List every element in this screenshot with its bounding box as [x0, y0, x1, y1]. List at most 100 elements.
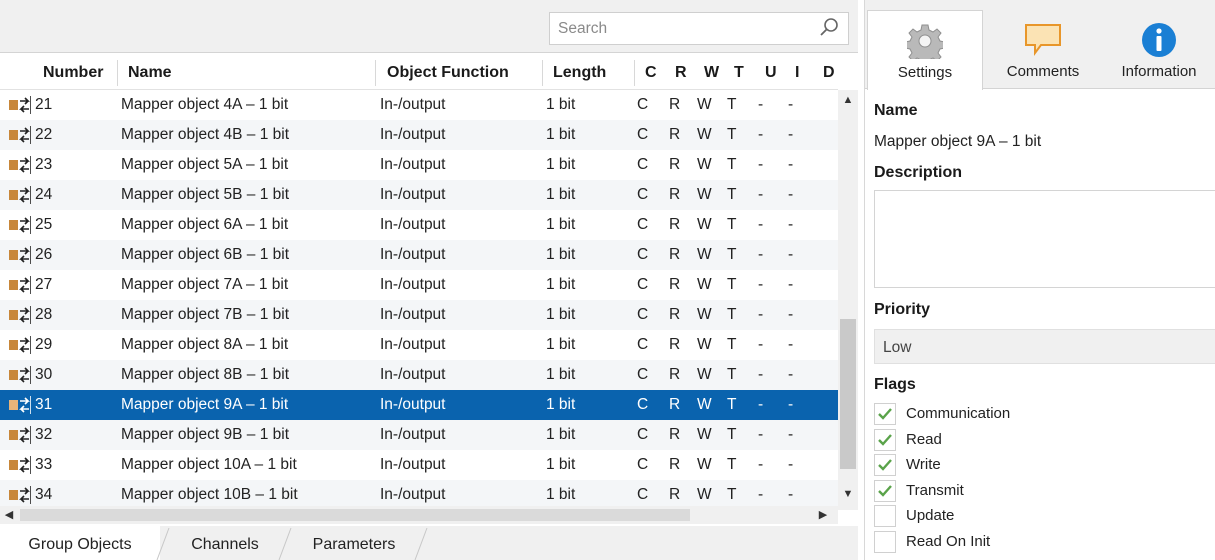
- column-divider[interactable]: [542, 60, 543, 86]
- table-row[interactable]: 22 Mapper object 4B – 1 bit In-/output 1 bi…: [0, 120, 838, 150]
- checkbox[interactable]: [874, 454, 896, 476]
- group-object-icon: [9, 336, 31, 354]
- cell-name: Mapper object 9B – 1 bit: [121, 426, 290, 443]
- column-header-u[interactable]: U: [765, 54, 777, 90]
- tab-group-objects[interactable]: Group Objects: [0, 526, 160, 560]
- flag-read[interactable]: Read: [874, 428, 1174, 451]
- column-header-object-function[interactable]: Object Function: [387, 54, 509, 90]
- flag-write[interactable]: Write: [874, 454, 1174, 476]
- column-header-r[interactable]: R: [675, 54, 687, 90]
- checkbox[interactable]: [874, 530, 896, 553]
- scroll-left-icon[interactable]: ◀: [0, 507, 18, 523]
- cell-flag-c: C: [637, 246, 649, 263]
- horizontal-scrollbar[interactable]: ◀ ▶: [0, 506, 838, 524]
- checkbox[interactable]: [874, 403, 896, 425]
- cell-length: 1 bit: [546, 306, 576, 323]
- table-row[interactable]: 31 Mapper object 9A – 1 bit In-/output 1 bi…: [0, 390, 838, 420]
- scroll-right-icon[interactable]: ▶: [814, 507, 832, 523]
- cell-flag-c: C: [637, 426, 649, 443]
- group-object-icon: [9, 126, 31, 144]
- search-box[interactable]: [549, 12, 849, 45]
- column-header-name[interactable]: Name: [128, 54, 172, 90]
- table-row[interactable]: 30 Mapper object 8B – 1 bit In-/output 1 bi…: [0, 360, 838, 390]
- search-icon[interactable]: [818, 17, 840, 39]
- group-object-icon: [9, 456, 31, 474]
- cell-flag-t: T: [727, 96, 737, 113]
- cell-flag-u: -: [758, 246, 764, 263]
- cell-flag-w: W: [697, 336, 712, 353]
- priority-select[interactable]: Low: [874, 329, 1215, 364]
- flag-update[interactable]: Update: [874, 505, 1174, 527]
- tab-label: Information: [1121, 63, 1197, 80]
- column-header-length[interactable]: Length: [553, 54, 606, 90]
- scroll-down-icon[interactable]: ▼: [838, 486, 858, 502]
- flag-read-on-init[interactable]: Read On Init: [874, 530, 1174, 553]
- cell-length: 1 bit: [546, 396, 576, 413]
- cell-flag-c: C: [637, 126, 649, 143]
- cell-flag-w: W: [697, 396, 712, 413]
- cell-flag-t: T: [727, 336, 737, 353]
- info-icon: [1142, 23, 1176, 57]
- tab-label: Settings: [897, 64, 953, 81]
- column-header-c[interactable]: C: [645, 54, 657, 90]
- column-divider[interactable]: [375, 60, 376, 86]
- flag-communication[interactable]: Communication: [874, 403, 1174, 425]
- cell-flag-i: -: [788, 246, 794, 263]
- tab-information[interactable]: Information: [1103, 10, 1215, 90]
- cell-flag-u: -: [758, 456, 764, 473]
- tab-label: Comments: [1006, 63, 1080, 80]
- cell-number: 33: [35, 456, 53, 473]
- group-object-icon: [9, 276, 31, 294]
- cell-flag-r: R: [669, 246, 681, 263]
- vertical-scrollbar[interactable]: ▲ ▼: [838, 90, 858, 510]
- cell-flag-t: T: [727, 426, 737, 443]
- name-value[interactable]: Mapper object 9A – 1 bit: [874, 133, 1041, 151]
- scroll-up-icon[interactable]: ▲: [838, 92, 858, 108]
- cell-flag-w: W: [697, 96, 712, 113]
- column-divider[interactable]: [634, 60, 635, 86]
- table-row[interactable]: 26 Mapper object 6B – 1 bit In-/output 1 bi…: [0, 240, 838, 270]
- checkbox[interactable]: [874, 505, 896, 527]
- table-row[interactable]: 32 Mapper object 9B – 1 bit In-/output 1 bi…: [0, 420, 838, 450]
- cell-name: Mapper object 6B – 1 bit: [121, 246, 290, 263]
- cell-name: Mapper object 4B – 1 bit: [121, 126, 290, 143]
- cell-flag-i: -: [788, 186, 794, 203]
- cell-flag-u: -: [758, 336, 764, 353]
- table-row[interactable]: 28 Mapper object 7B – 1 bit In-/output 1 bi…: [0, 300, 838, 330]
- column-header-w[interactable]: W: [704, 54, 719, 90]
- description-field[interactable]: [874, 190, 1215, 288]
- tab-settings[interactable]: Settings: [867, 10, 983, 90]
- table-row[interactable]: 23 Mapper object 5A – 1 bit In-/output 1 bi…: [0, 150, 838, 180]
- column-header-i[interactable]: I: [795, 54, 799, 90]
- table-row[interactable]: 27 Mapper object 7A – 1 bit In-/output 1 bi…: [0, 270, 838, 300]
- checkbox[interactable]: [874, 479, 896, 502]
- flag-label: Read: [906, 430, 942, 448]
- tab-parameters[interactable]: Parameters: [292, 526, 416, 560]
- tab-comments[interactable]: Comments: [985, 10, 1101, 90]
- cell-length: 1 bit: [546, 456, 576, 473]
- column-divider[interactable]: [117, 60, 118, 86]
- cell-flag-r: R: [669, 96, 681, 113]
- cell-flag-u: -: [758, 396, 764, 413]
- table-row[interactable]: 24 Mapper object 5B – 1 bit In-/output 1 bi…: [0, 180, 838, 210]
- scrollbar-thumb[interactable]: [840, 319, 856, 469]
- cell-flag-r: R: [669, 366, 681, 383]
- table-row[interactable]: 25 Mapper object 6A – 1 bit In-/output 1 bi…: [0, 210, 838, 240]
- cell-flag-i: -: [788, 156, 794, 173]
- cell-flag-t: T: [727, 126, 737, 143]
- column-header-t[interactable]: T: [734, 54, 744, 90]
- checkbox[interactable]: [874, 428, 896, 451]
- tab-channels[interactable]: Channels: [170, 526, 280, 560]
- cell-flag-r: R: [669, 426, 681, 443]
- cell-flag-u: -: [758, 156, 764, 173]
- table-row[interactable]: 29 Mapper object 8A – 1 bit In-/output 1 bi…: [0, 330, 838, 360]
- column-header-d[interactable]: D: [823, 54, 835, 90]
- search-input[interactable]: [550, 13, 812, 44]
- table-row[interactable]: 33 Mapper object 10A – 1 bit In-/output 1 b…: [0, 450, 838, 480]
- flag-transmit[interactable]: Transmit: [874, 479, 1174, 502]
- cell-flag-c: C: [637, 156, 649, 173]
- column-header-number[interactable]: Number: [43, 54, 103, 90]
- cell-flag-t: T: [727, 276, 737, 293]
- table-row[interactable]: 21 Mapper object 4A – 1 bit In-/output 1 bi…: [0, 90, 838, 120]
- scrollbar-thumb[interactable]: [20, 509, 690, 521]
